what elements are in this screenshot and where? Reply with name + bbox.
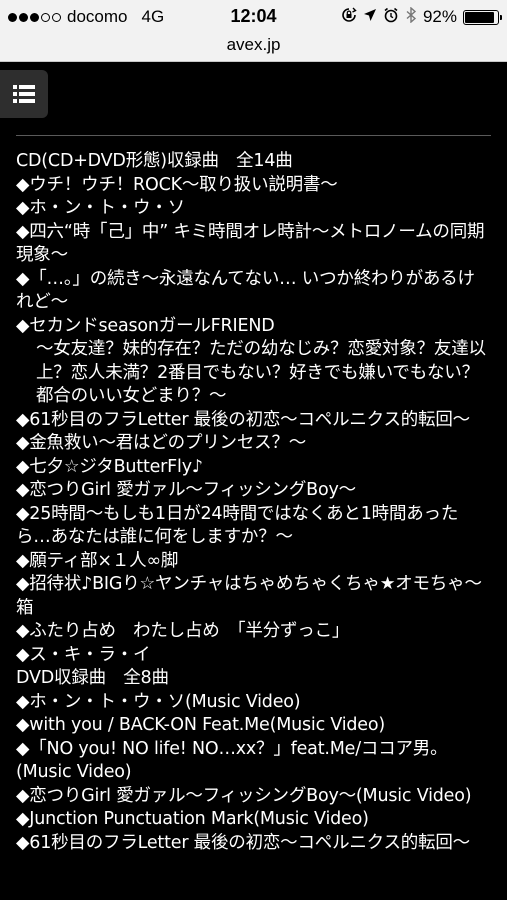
battery-percent: 92% — [422, 7, 457, 26]
cd-track: ◆ウチ！ウチ！ROCK～取り扱い説明書～ — [16, 174, 338, 195]
divider — [16, 135, 491, 136]
list-menu-icon — [13, 85, 35, 103]
dvd-section-heading: DVD収録曲 全8曲 — [16, 668, 169, 688]
dvd-track: ◆ホ・ン・ト・ウ・ソ(Music Video) — [16, 691, 301, 712]
menu-button[interactable] — [0, 70, 48, 118]
url-text: avex.jp — [226, 35, 281, 54]
web-page: CD(CD+DVD形態)収録曲 全14曲 ◆ウチ！ウチ！ROCK～取り扱い説明書… — [0, 62, 507, 900]
rotation-lock-icon — [341, 7, 357, 27]
battery-icon — [463, 9, 502, 25]
status-bar: docomo 4G 12:04 92% — [0, 0, 507, 34]
dvd-track: ◆with you / BACK-ON Feat.Me(Music Video) — [16, 715, 386, 735]
cd-track: ◆セカンドseasonガールFRIEND — [16, 315, 275, 336]
bluetooth-icon — [405, 6, 417, 27]
dvd-track: ◆「NO you! NO life! NO…xx？」feat.Me/ココア男。(… — [16, 738, 448, 783]
cd-track: ◆ホ・ン・ト・ウ・ソ — [16, 198, 185, 218]
cd-track: ◆金魚救い～君はどのプリンセス？～ — [16, 433, 307, 453]
cd-track: ◆25時間～もしも1日が24時間ではなくあと1時間あったら…あなたは誰に何をしま… — [16, 503, 459, 548]
cd-track: ◆ス・キ・ラ・イ — [16, 644, 151, 665]
alarm-icon — [383, 7, 399, 27]
status-right: 92% — [341, 6, 502, 28]
dvd-track: ◆61秒目のフラLetter 最後の初恋～コペルニクス的転回～ — [16, 832, 470, 853]
battery-level — [465, 11, 495, 23]
cd-track: ◆「…。」の続き～永遠なんてない… いつか終わりがあるけれど～ — [16, 268, 475, 313]
cd-track: ◆61秒目のフラLetter 最後の初恋～コペルニクス的転回～ — [16, 409, 470, 430]
track-list: CD(CD+DVD形態)収録曲 全14曲 ◆ウチ！ウチ！ROCK～取り扱い説明書… — [16, 150, 491, 855]
cd-track: ◆恋つりGirl 愛ガァル～フィッシングBoy～ — [16, 480, 356, 500]
cd-track: ◆ふたり占め わたし占め 「半分ずっこ」 — [16, 621, 350, 641]
location-arrow-icon — [363, 8, 377, 26]
address-bar[interactable]: avex.jp — [0, 34, 507, 62]
dvd-track: ◆恋つりGirl 愛ガァル～フィッシングBoy～(Music Video) — [16, 785, 472, 806]
cd-track-subtitle: ～女友達？妹的存在？ただの幼なじみ？恋愛対象？友達以上？恋人未満？2番目でもない… — [36, 339, 486, 406]
cd-track: ◆願ティ部×１人∞脚 — [16, 550, 179, 571]
dvd-track: ◆Junction Punctuation Mark(Music Video) — [16, 809, 369, 829]
cd-track: ◆招待状♪BIGり☆ヤンチャはちゃめちゃくちゃ★オモちゃ～箱 — [16, 574, 482, 618]
cd-track: ◆四六“時「己」中” キミ時間オレ時計～メトロノームの同期現象～ — [16, 221, 485, 266]
cd-section-heading: CD(CD+DVD形態)収録曲 全14曲 — [16, 151, 293, 171]
cd-track: ◆七夕☆ジタButterFly♪ — [16, 456, 203, 477]
